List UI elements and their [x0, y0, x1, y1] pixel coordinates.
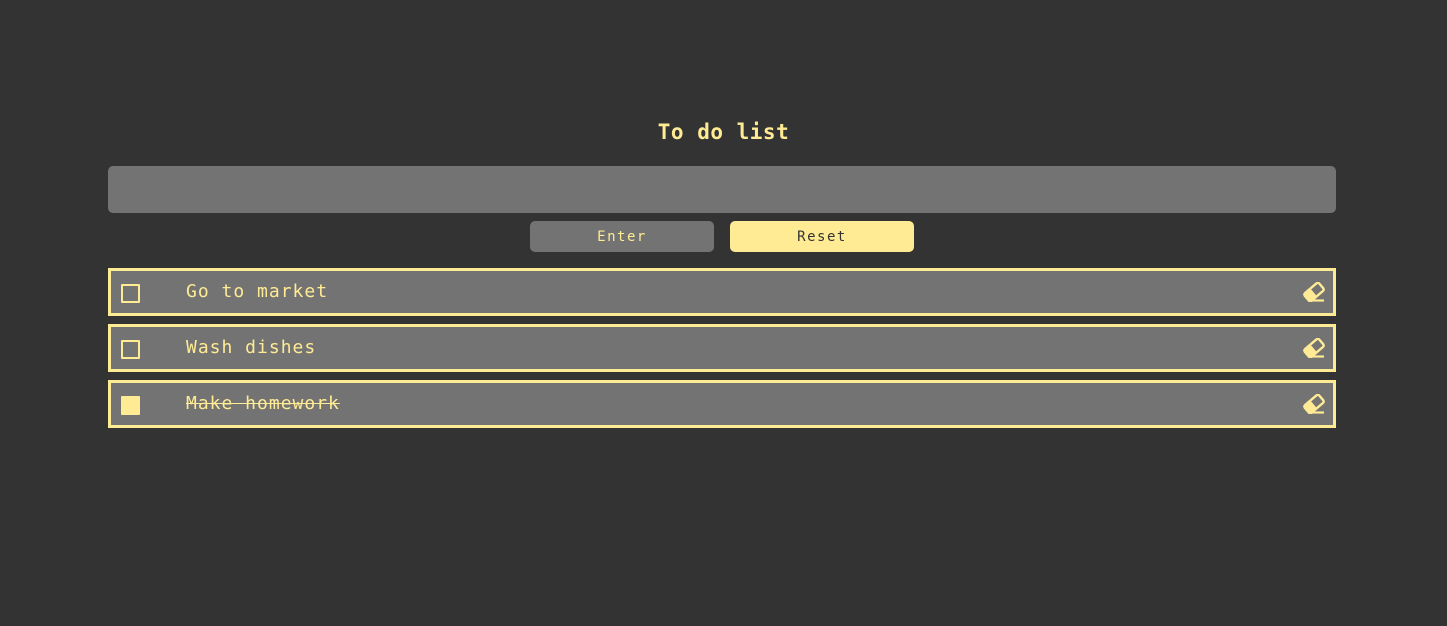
task-text: Wash dishes [186, 337, 317, 358]
task-item: Wash dishes [108, 324, 1336, 372]
task-list: Go to market Wash dishes Make homework [108, 268, 1336, 436]
eraser-icon[interactable] [1303, 394, 1325, 414]
eraser-icon[interactable] [1303, 282, 1325, 302]
task-item: Go to market [108, 268, 1336, 316]
task-text: Go to market [186, 281, 329, 302]
task-checkbox[interactable] [121, 340, 140, 359]
eraser-icon[interactable] [1303, 338, 1325, 358]
task-input[interactable] [108, 166, 1336, 213]
page-title: To do list [657, 120, 790, 144]
reset-button[interactable]: Reset [730, 221, 914, 252]
task-item: Make homework [108, 380, 1336, 428]
task-text: Make homework [186, 393, 340, 414]
task-checkbox[interactable] [121, 396, 140, 415]
enter-button[interactable]: Enter [530, 221, 714, 252]
task-checkbox[interactable] [121, 284, 140, 303]
todo-app: To do list Enter Reset Go to market Wash… [0, 0, 1447, 626]
